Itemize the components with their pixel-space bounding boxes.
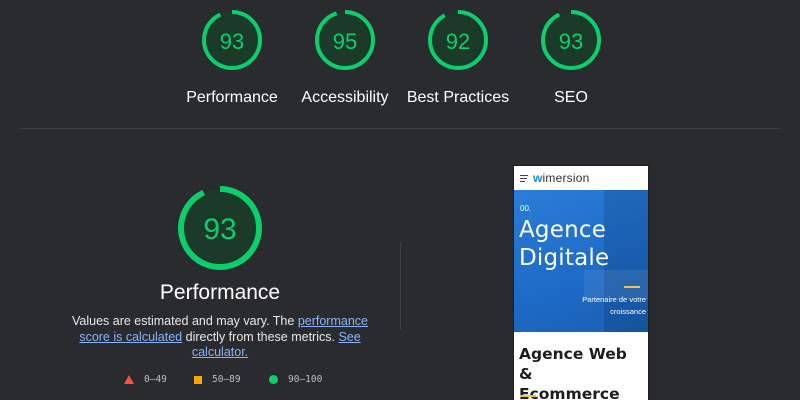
gauge-ring: 93 <box>541 10 601 70</box>
gauge-label: Best Practices <box>406 89 510 106</box>
desc-text: directly from these metrics. <box>182 329 339 344</box>
gauge-ring: 95 <box>315 10 375 70</box>
legend-average: 50–89 <box>194 374 241 385</box>
performance-description: Values are estimated and may vary. The p… <box>62 314 378 361</box>
hero-title: Agence Digitale <box>519 217 610 271</box>
legend-average-label: 50–89 <box>212 374 241 385</box>
gauge-label: SEO <box>554 89 588 106</box>
site-hero: 00. Agence Digitale Partenaire de votre … <box>514 190 648 332</box>
gauge-label: Performance <box>186 89 278 106</box>
legend-fail: 0–49 <box>124 374 167 385</box>
gauge-performance[interactable]: 93 Performance <box>167 8 297 107</box>
legend-pass: 90–100 <box>269 374 322 385</box>
vertical-divider <box>400 242 401 330</box>
gauge-value: 92 <box>446 29 470 54</box>
gauge-ring: 93 <box>178 186 262 270</box>
score-gauges: 93 Performance 95 Accessibility 92 Best … <box>0 8 800 120</box>
gauge-label: Accessibility <box>301 89 389 106</box>
performance-gauge-large: 93 <box>176 184 264 272</box>
gauge-value: 93 <box>220 29 244 54</box>
gauge-value: 95 <box>333 29 357 54</box>
performance-score: 93 <box>203 213 236 246</box>
gauge-accessibility[interactable]: 95 Accessibility <box>280 8 410 107</box>
section-divider <box>20 128 780 129</box>
accent-line <box>520 395 536 397</box>
final-screenshot-preview[interactable]: wimersion 00. Agence Digitale Partenaire… <box>514 166 648 400</box>
gauge-ring: 92 <box>428 10 488 70</box>
site-header: wimersion <box>514 166 648 190</box>
hero-number: 00. <box>520 204 532 213</box>
gauge-value: 93 <box>559 29 583 54</box>
desc-text: Values are estimated and may vary. The <box>72 314 298 328</box>
legend-fail-label: 0–49 <box>144 374 167 385</box>
gauge-seo[interactable]: 93 SEO <box>506 8 636 107</box>
pass-circle-icon <box>269 375 278 384</box>
hamburger-menu-icon <box>520 175 528 182</box>
average-square-icon <box>194 375 202 384</box>
section-title: Agence Web & Ecommerce <box>519 345 627 400</box>
gauge-ring: 93 <box>202 10 262 70</box>
site-logo: wimersion <box>533 171 590 185</box>
accent-line <box>624 286 640 288</box>
legend-pass-label: 90–100 <box>288 374 323 385</box>
performance-title: Performance <box>159 281 281 304</box>
score-legend: 0–49 50–89 90–100 <box>120 374 360 390</box>
gauge-best-practices[interactable]: 92 Best Practices <box>393 8 523 107</box>
hero-subtitle: Partenaire de votre croissance <box>582 295 646 316</box>
fail-triangle-icon <box>124 375 134 384</box>
